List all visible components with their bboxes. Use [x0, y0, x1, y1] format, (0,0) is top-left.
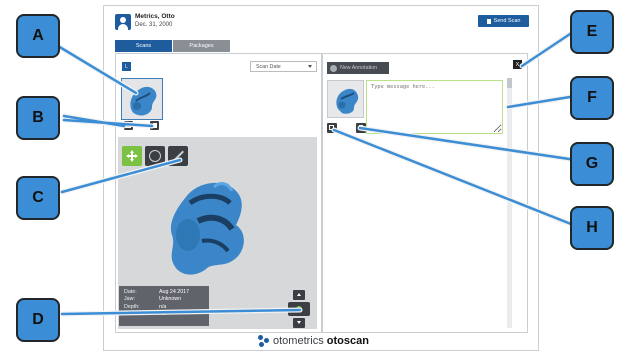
user-icon — [115, 14, 131, 30]
ear-scan-thumbnail-image — [130, 86, 157, 116]
close-icon[interactable]: X — [513, 60, 522, 69]
nav-center-button[interactable] — [288, 302, 310, 316]
scan-info-value: Aug 24 2017 — [159, 289, 190, 295]
otometrics-logo-icon — [258, 335, 270, 347]
send-scan-label: Send Scan — [493, 18, 521, 24]
sort-by-value: Scan Date — [256, 63, 281, 70]
scan-thumbnail[interactable] — [121, 78, 163, 120]
chevron-down-icon — [308, 65, 312, 68]
scan-info-row: Depth: n/a — [124, 304, 204, 311]
add-annotation-icon — [330, 64, 337, 72]
measure-tool-icon — [173, 150, 184, 161]
patient-dob: Dec. 31, 2000 — [135, 22, 173, 28]
nav-up-button[interactable] — [293, 290, 305, 300]
screenshot: Metrics, Otto Dec. 31, 2000 Send Scan Sc… — [0, 0, 630, 353]
scan-info-key — [124, 311, 159, 318]
trash-icon[interactable] — [356, 123, 366, 133]
brand-text-otometrics: otometrics — [273, 335, 324, 347]
trash-icon[interactable] — [150, 121, 159, 130]
edit-snapshot-icon[interactable] — [327, 123, 337, 133]
scan-info-value: Unknown — [159, 296, 182, 303]
callout-c: C — [16, 176, 60, 220]
annotations-scrollbar[interactable] — [507, 78, 512, 328]
tab-scans[interactable]: Scans — [115, 40, 172, 52]
scan-info-key: Date: — [124, 289, 137, 295]
patient-name: Metrics, Otto — [135, 13, 175, 20]
document-icon — [486, 18, 491, 24]
nav-down-button[interactable] — [293, 318, 305, 328]
scan-info-value: n/a — [159, 303, 167, 310]
callout-b: B — [16, 96, 60, 140]
annotation-scan-image — [336, 88, 359, 114]
callout-h: H — [570, 206, 614, 250]
scan-info-key: Jaw: — [124, 296, 135, 303]
move-tool-button[interactable] — [122, 146, 142, 166]
nav-up-icon — [297, 293, 301, 296]
annotation-snapshot[interactable] — [327, 80, 364, 118]
measure-tool-button[interactable] — [168, 146, 188, 166]
tab-packages[interactable]: Packages — [173, 40, 230, 52]
annotation-message-input[interactable] — [366, 80, 503, 134]
callout-d: D — [16, 298, 60, 342]
move-tool-icon — [126, 150, 138, 162]
send-scan-button[interactable]: Send Scan — [478, 15, 529, 27]
rotate-tool-button[interactable] — [145, 146, 165, 166]
scan-info-box: Date: Aug 24 2017 Jaw: Unknown Depth: n/a N… — [119, 286, 209, 326]
thumbnail-view-icon[interactable] — [124, 121, 133, 130]
scan-info-row: Date: Aug 24 2017 — [124, 289, 204, 296]
navigation-pad — [288, 290, 310, 328]
sort-by-select[interactable]: Scan Date — [250, 61, 317, 72]
callout-f: F — [570, 76, 614, 120]
callout-g: G — [570, 142, 614, 186]
scan-info-key: Depth: — [124, 303, 140, 310]
scan-info-row: Jaw: Unknown — [124, 296, 204, 303]
rotate-tool-icon — [149, 150, 161, 162]
nav-down-icon — [297, 321, 301, 324]
nav-center-icon — [296, 306, 302, 312]
new-annotation-button[interactable]: New Annotation — [327, 62, 389, 74]
brand-text-otoscan: otoscan — [326, 335, 369, 347]
scan-info-row: No — [124, 311, 204, 318]
callout-a: A — [16, 14, 60, 58]
new-annotation-label: New Annotation — [340, 65, 378, 71]
scan-info-value: No — [159, 310, 166, 317]
callout-e: E — [570, 10, 614, 54]
brand-logo: otometrics otoscan — [258, 333, 369, 349]
ear-side-badge: L — [122, 62, 131, 71]
